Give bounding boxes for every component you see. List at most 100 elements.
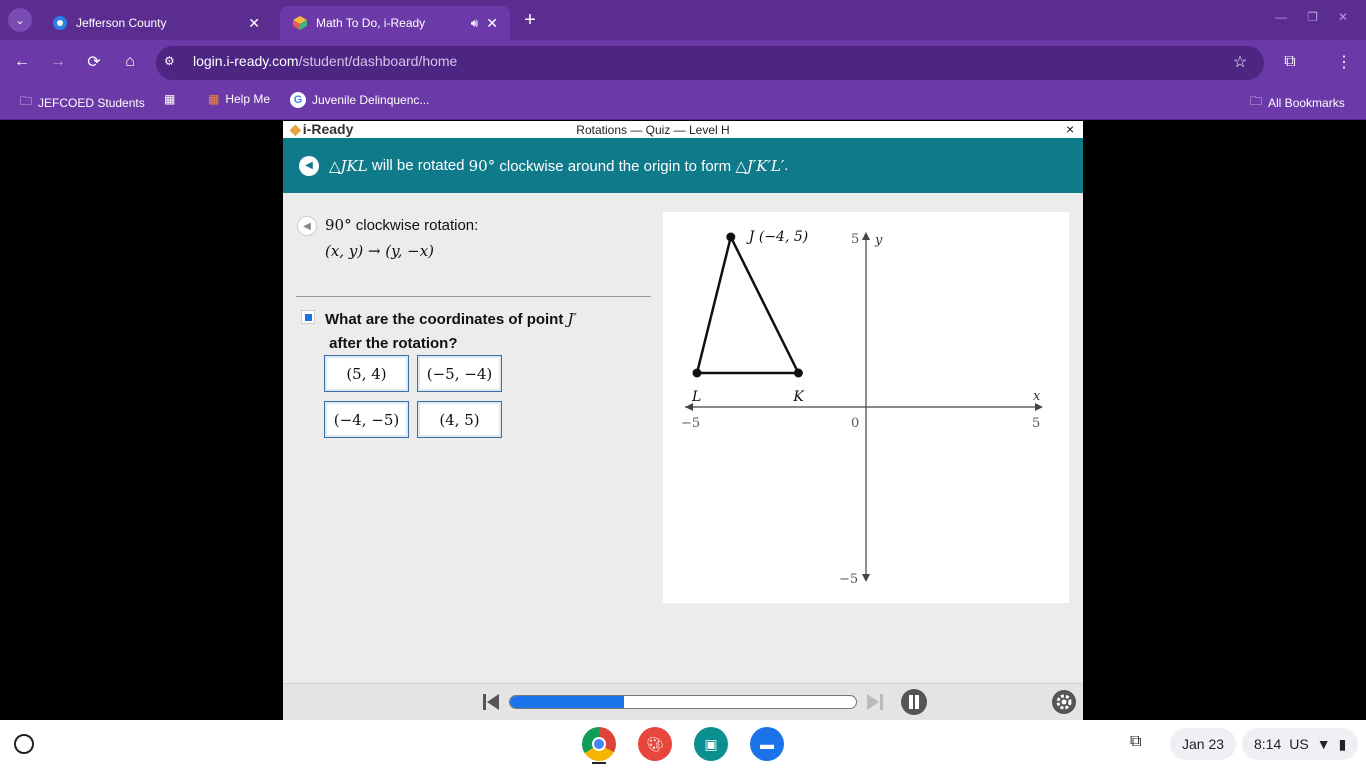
extensions-icon[interactable]: ⧉ xyxy=(1278,50,1302,74)
bookmark-jefcoed-students[interactable]: 🗀︎ JEFCOED Students xyxy=(20,92,145,113)
point-label-l: L xyxy=(691,389,701,405)
minimize-icon[interactable]: — xyxy=(1275,10,1287,24)
bookmark-label: JEFCOED Students xyxy=(38,95,145,110)
restore-icon[interactable]: ❐ xyxy=(1307,10,1318,24)
image-triangle-name: J′K′L′ xyxy=(746,156,785,175)
tick-label-y-max: 5 xyxy=(851,232,859,247)
url-path: /student/dashboard/home xyxy=(298,53,458,69)
url-host: login.i-ready.com xyxy=(193,53,299,69)
google-icon: G xyxy=(290,92,306,108)
launcher-icon[interactable] xyxy=(14,734,34,754)
graph-svg: x y −5 0 5 5 −5 J (−4, 5) K L xyxy=(681,229,1043,587)
point-k xyxy=(793,368,803,378)
hint-rule-title: 90° clockwise rotation: xyxy=(325,216,478,234)
triangle-name: JKL xyxy=(340,156,368,175)
all-bookmarks-label: All Bookmarks xyxy=(1268,95,1345,110)
answer-choice[interactable]: (4, 5) xyxy=(417,401,502,438)
tick-label-x-min: −5 xyxy=(681,416,700,431)
rotation-rule: (x, y) → (y, −x) xyxy=(325,242,435,260)
iready-cube-icon: ◆ xyxy=(290,121,301,137)
tick-label-origin: 0 xyxy=(851,416,859,431)
question-point: J′ xyxy=(567,310,577,328)
files-icon[interactable]: ▬ xyxy=(750,727,784,761)
y-axis-label: y xyxy=(874,233,883,248)
triangle-symbol: △ xyxy=(329,157,341,175)
chrome-icon[interactable] xyxy=(582,727,616,761)
quiz-title: Rotations — Quiz — Level H xyxy=(576,123,730,137)
speaker-icon[interactable]: ◀︎ xyxy=(299,155,319,176)
apps-grid-icon[interactable]: ▦ xyxy=(164,92,175,106)
all-bookmarks-button[interactable]: 🗀︎ All Bookmarks xyxy=(1250,92,1345,113)
tick-label-y-min: −5 xyxy=(839,572,858,587)
bookmark-juvenile[interactable]: G Juvenile Delinquenc... xyxy=(290,92,429,108)
banner-text: will be rotated xyxy=(367,157,469,174)
answer-choice[interactable]: (−4, −5) xyxy=(324,401,409,438)
date-tray[interactable]: Jan 23 xyxy=(1170,728,1237,760)
pause-icon[interactable] xyxy=(901,689,927,715)
menu-kebab-icon[interactable]: ⋮ xyxy=(1332,50,1356,74)
point-j xyxy=(726,232,736,242)
tab-title: Jefferson County xyxy=(76,16,167,30)
reload-icon[interactable]: ⟳ xyxy=(82,50,106,74)
x-axis-label: x xyxy=(1033,389,1041,404)
star-icon[interactable]: ☆ xyxy=(1228,50,1252,74)
point-label-j: J (−4, 5) xyxy=(746,229,808,245)
bookmark-help-me[interactable]: ▦ Help Me xyxy=(208,92,270,106)
tab-jefferson-county[interactable]: Jefferson County ✕ xyxy=(40,6,272,40)
next-icon[interactable] xyxy=(864,691,886,713)
point-l xyxy=(692,368,702,378)
close-quiz-button[interactable]: × xyxy=(1066,121,1074,137)
jefferson-county-icon xyxy=(52,15,68,31)
question-marker-icon xyxy=(301,310,315,324)
canvas-paint-icon[interactable]: 🎨︎ xyxy=(638,727,672,761)
y-axis-bottom-arrow xyxy=(862,574,870,582)
speaker-icon[interactable]: ◀︎ xyxy=(297,216,317,236)
home-icon[interactable]: ⌂ xyxy=(118,50,142,74)
time-text: 8:14 xyxy=(1254,736,1282,752)
close-window-icon[interactable]: ✕ xyxy=(1338,10,1348,24)
site-settings-icon[interactable]: ⚙︎ xyxy=(164,54,182,72)
coordinate-graph: x y −5 0 5 5 −5 J (−4, 5) K L xyxy=(663,212,1069,603)
close-tab-icon[interactable]: ✕ xyxy=(486,15,498,32)
iready-logo: ◆ i-Ready xyxy=(290,121,353,138)
bookmark-label: Juvenile Delinquenc... xyxy=(312,93,430,107)
tab-title: Math To Do, i-Ready xyxy=(316,16,426,30)
progress-fill xyxy=(510,696,625,708)
progress-bar xyxy=(509,695,857,709)
hint-angle: 90° xyxy=(325,216,352,234)
grid-icon: ▦ xyxy=(208,92,220,106)
new-tab-button[interactable]: + xyxy=(518,8,542,32)
point-label-k: K xyxy=(792,389,805,405)
logo-text: i-Ready xyxy=(302,121,354,137)
answer-choice[interactable]: (−5, −4) xyxy=(417,355,502,392)
tab-math-to-do[interactable]: Math To Do, i-Ready 🔊︎ ✕ xyxy=(280,6,510,40)
audio-playing-icon[interactable]: 🔊︎ xyxy=(471,16,479,31)
battery-icon: ▮ xyxy=(1338,735,1347,752)
classroom-icon[interactable]: ▣ xyxy=(694,727,728,761)
previous-icon[interactable] xyxy=(480,691,502,713)
y-axis-top-arrow xyxy=(862,232,870,240)
wifi-icon: ▼ xyxy=(1316,736,1331,752)
question-part: What are the coordinates of point xyxy=(325,311,568,328)
hint-text: clockwise rotation: xyxy=(351,217,479,234)
question-text: What are the coordinates of point J′ aft… xyxy=(325,307,615,356)
iready-cube-icon xyxy=(292,15,308,31)
url-text[interactable]: login.i-ready.com/student/dashboard/home xyxy=(193,53,457,69)
problem-banner: ◀︎ △ JKL will be rotated 90° clockwise ar… xyxy=(283,138,1083,193)
locale-text: US xyxy=(1289,736,1309,752)
active-app-indicator xyxy=(592,762,606,764)
settings-gear-icon[interactable] xyxy=(1051,689,1077,715)
tab-search-button[interactable]: ⌄ xyxy=(8,8,32,32)
answer-choice[interactable]: (5, 4) xyxy=(324,355,409,392)
close-tab-icon[interactable]: ✕ xyxy=(248,15,260,32)
triangle-jkl xyxy=(695,233,801,375)
bookmarks-bar xyxy=(0,84,1366,120)
rotation-angle: 90° xyxy=(468,156,496,175)
clipboard-icon[interactable]: ⧉ xyxy=(1130,733,1154,755)
tick-label-x-max: 5 xyxy=(1032,416,1040,431)
back-arrow-icon[interactable]: ← xyxy=(10,50,34,74)
status-tray[interactable]: 8:14 US ▼ ▮ xyxy=(1242,728,1359,760)
question-part: after the rotation? xyxy=(325,335,458,352)
banner-text: . xyxy=(784,157,789,174)
forward-arrow-icon[interactable]: → xyxy=(46,50,70,74)
